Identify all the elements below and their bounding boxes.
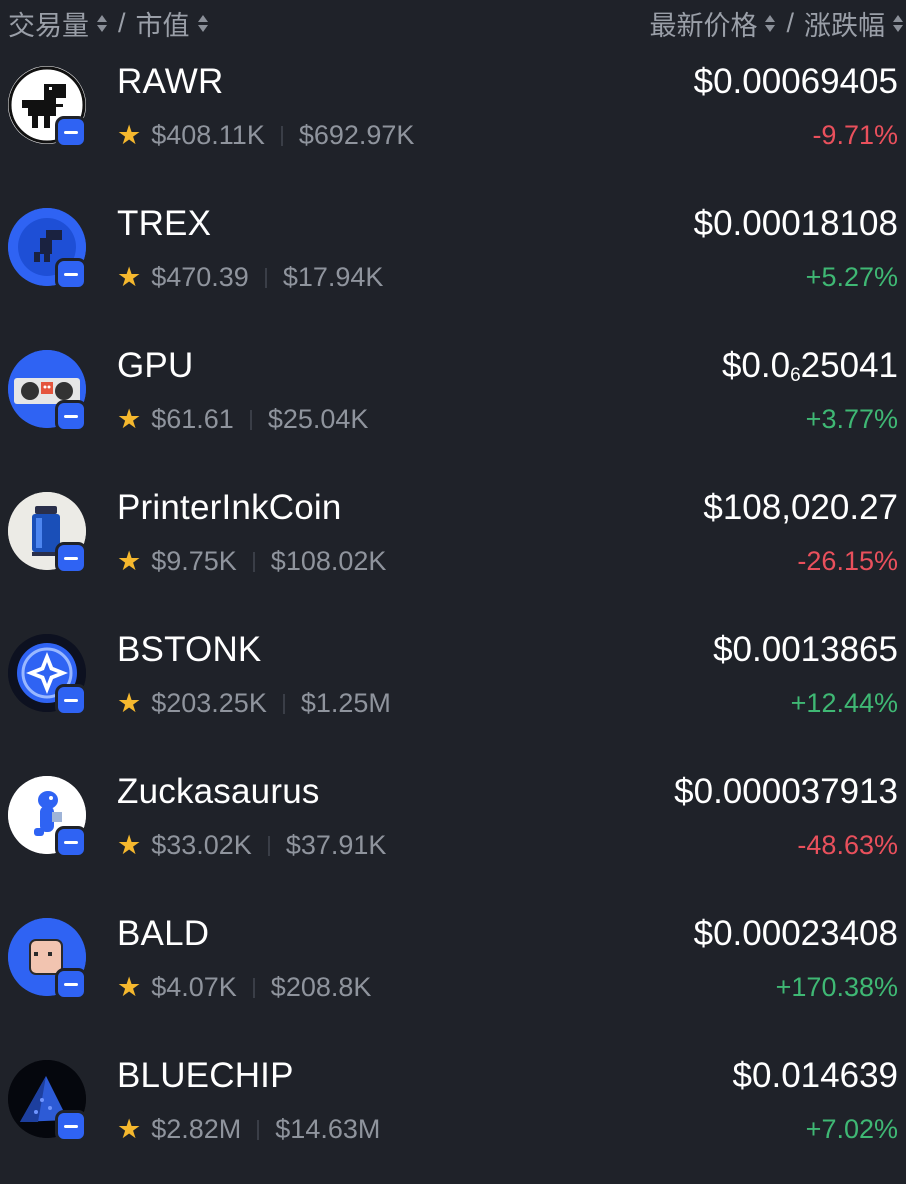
token-change: -26.15% — [797, 546, 898, 576]
token-change: +5.27% — [805, 262, 898, 292]
token-row-rawr[interactable]: RAWR ★ $408.11K $692.97K $0.00069405 -9.… — [0, 56, 906, 198]
token-volume: $2.82M — [151, 1114, 242, 1144]
token-price: $0.0013865 — [713, 630, 898, 669]
token-row-gpu[interactable]: GPU ★ $61.61 $25.04K $0.0625041 +3.77% — [0, 340, 906, 482]
token-volume: $408.11K — [151, 120, 265, 150]
token-market-cap: $17.94K — [282, 262, 384, 292]
token-market-cap: $14.63M — [275, 1114, 381, 1144]
token-name: Zuckasaurus — [117, 772, 320, 811]
token-price: $0.0625041 — [722, 346, 898, 387]
token-stats: ★ $2.82M $14.63M — [117, 1114, 380, 1145]
token-volume: $470.39 — [151, 262, 249, 292]
token-price: $0.000037913 — [674, 772, 898, 811]
token-market-cap: $108.02K — [270, 546, 387, 576]
header-separator: / — [118, 8, 126, 38]
star-icon: ★ — [117, 262, 142, 292]
price-suffix: 25041 — [800, 346, 898, 385]
token-name: RAWR — [117, 62, 224, 101]
price-prefix: $0.0 — [721, 346, 791, 385]
token-volume: $4.07K — [151, 972, 237, 1002]
star-icon: ★ — [117, 546, 142, 576]
token-stats: ★ $203.25K $1.25M — [117, 688, 391, 719]
star-icon: ★ — [117, 830, 142, 860]
remove-favorite-button[interactable] — [55, 968, 87, 1000]
token-stats: ★ $4.07K $208.8K — [117, 972, 371, 1003]
table-header: 交易量 / 市值 最新价格 / 涨跌幅 — [0, 0, 906, 44]
header-separator: / — [786, 8, 794, 38]
token-stats: ★ $9.75K $108.02K — [117, 546, 386, 577]
token-row-zuckasaurus[interactable]: Zuckasaurus ★ $33.02K $37.91K $0.0000379… — [0, 766, 906, 908]
token-row-trex[interactable]: TREX ★ $470.39 $17.94K $0.00018108 +5.27… — [0, 198, 906, 340]
token-row-printerinkcoin[interactable]: PrinterInkCoin ★ $9.75K $108.02K $108,02… — [0, 482, 906, 624]
token-price: $0.00023408 — [693, 914, 898, 953]
token-change: +3.77% — [805, 404, 898, 434]
token-change: +12.44% — [790, 688, 898, 718]
header-left: 交易量 / 市值 — [8, 4, 219, 43]
token-price: $0.00018108 — [693, 204, 898, 243]
token-row-bluechip[interactable]: BLUECHIP ★ $2.82M $14.63M $0.014639 +7.0… — [0, 1050, 906, 1184]
market-cap-sort-label[interactable]: 市值 — [136, 4, 190, 43]
stats-divider — [257, 1119, 260, 1140]
token-price: $0.00069405 — [693, 62, 898, 101]
sort-volume-icon[interactable] — [96, 12, 108, 36]
sort-market-cap-icon[interactable] — [197, 12, 209, 36]
price-zero-count: 6 — [790, 365, 801, 386]
token-volume: $61.61 — [151, 404, 234, 434]
token-stats: ★ $33.02K $37.91K — [117, 830, 386, 861]
token-market-cap: $37.91K — [285, 830, 387, 860]
remove-favorite-button[interactable] — [55, 116, 87, 148]
stats-divider — [267, 835, 270, 856]
stats-divider — [249, 409, 252, 430]
header-right: 最新价格 / 涨跌幅 — [649, 4, 904, 43]
stats-divider — [280, 125, 283, 146]
token-name: GPU — [117, 346, 194, 385]
remove-favorite-button[interactable] — [55, 542, 87, 574]
token-name: TREX — [117, 204, 212, 243]
sort-change-icon[interactable] — [892, 12, 904, 36]
token-market-cap: $25.04K — [267, 404, 369, 434]
stats-divider — [252, 551, 255, 572]
remove-favorite-button[interactable] — [55, 400, 87, 432]
sort-price-icon[interactable] — [764, 12, 776, 36]
token-change: +170.38% — [775, 972, 898, 1002]
token-market-cap: $692.97K — [298, 120, 415, 150]
token-price: $108,020.27 — [703, 488, 898, 527]
change-sort-label[interactable]: 涨跌幅 — [804, 4, 885, 43]
volume-sort-label[interactable]: 交易量 — [8, 4, 89, 43]
token-price: $0.014639 — [732, 1056, 898, 1095]
remove-favorite-button[interactable] — [55, 1110, 87, 1142]
star-icon: ★ — [117, 688, 142, 718]
remove-favorite-button[interactable] — [55, 258, 87, 290]
token-volume: $9.75K — [151, 546, 237, 576]
star-icon: ★ — [117, 1114, 142, 1144]
remove-favorite-button[interactable] — [55, 684, 87, 716]
stats-divider — [252, 977, 255, 998]
token-name: BSTONK — [117, 630, 262, 669]
token-change: -48.63% — [797, 830, 898, 860]
token-stats: ★ $408.11K $692.97K — [117, 120, 414, 151]
token-market-cap: $208.8K — [270, 972, 372, 1002]
token-market-cap: $1.25M — [300, 688, 391, 718]
token-row-bald[interactable]: BALD ★ $4.07K $208.8K $0.00023408 +170.3… — [0, 908, 906, 1050]
price-sort-label[interactable]: 最新价格 — [649, 4, 757, 43]
star-icon: ★ — [117, 972, 142, 1002]
token-name: BLUECHIP — [117, 1056, 294, 1095]
token-volume: $203.25K — [151, 688, 267, 718]
star-icon: ★ — [117, 404, 142, 434]
star-icon: ★ — [117, 120, 142, 150]
token-stats: ★ $470.39 $17.94K — [117, 262, 383, 293]
stats-divider — [264, 267, 267, 288]
token-row-bstonk[interactable]: BSTONK ★ $203.25K $1.25M $0.0013865 +12.… — [0, 624, 906, 766]
token-change: +7.02% — [805, 1114, 898, 1144]
stats-divider — [282, 693, 285, 714]
token-volume: $33.02K — [151, 830, 252, 860]
remove-favorite-button[interactable] — [55, 826, 87, 858]
token-change: -9.71% — [812, 120, 898, 150]
token-stats: ★ $61.61 $25.04K — [117, 404, 368, 435]
token-name: BALD — [117, 914, 210, 953]
token-name: PrinterInkCoin — [117, 488, 342, 527]
